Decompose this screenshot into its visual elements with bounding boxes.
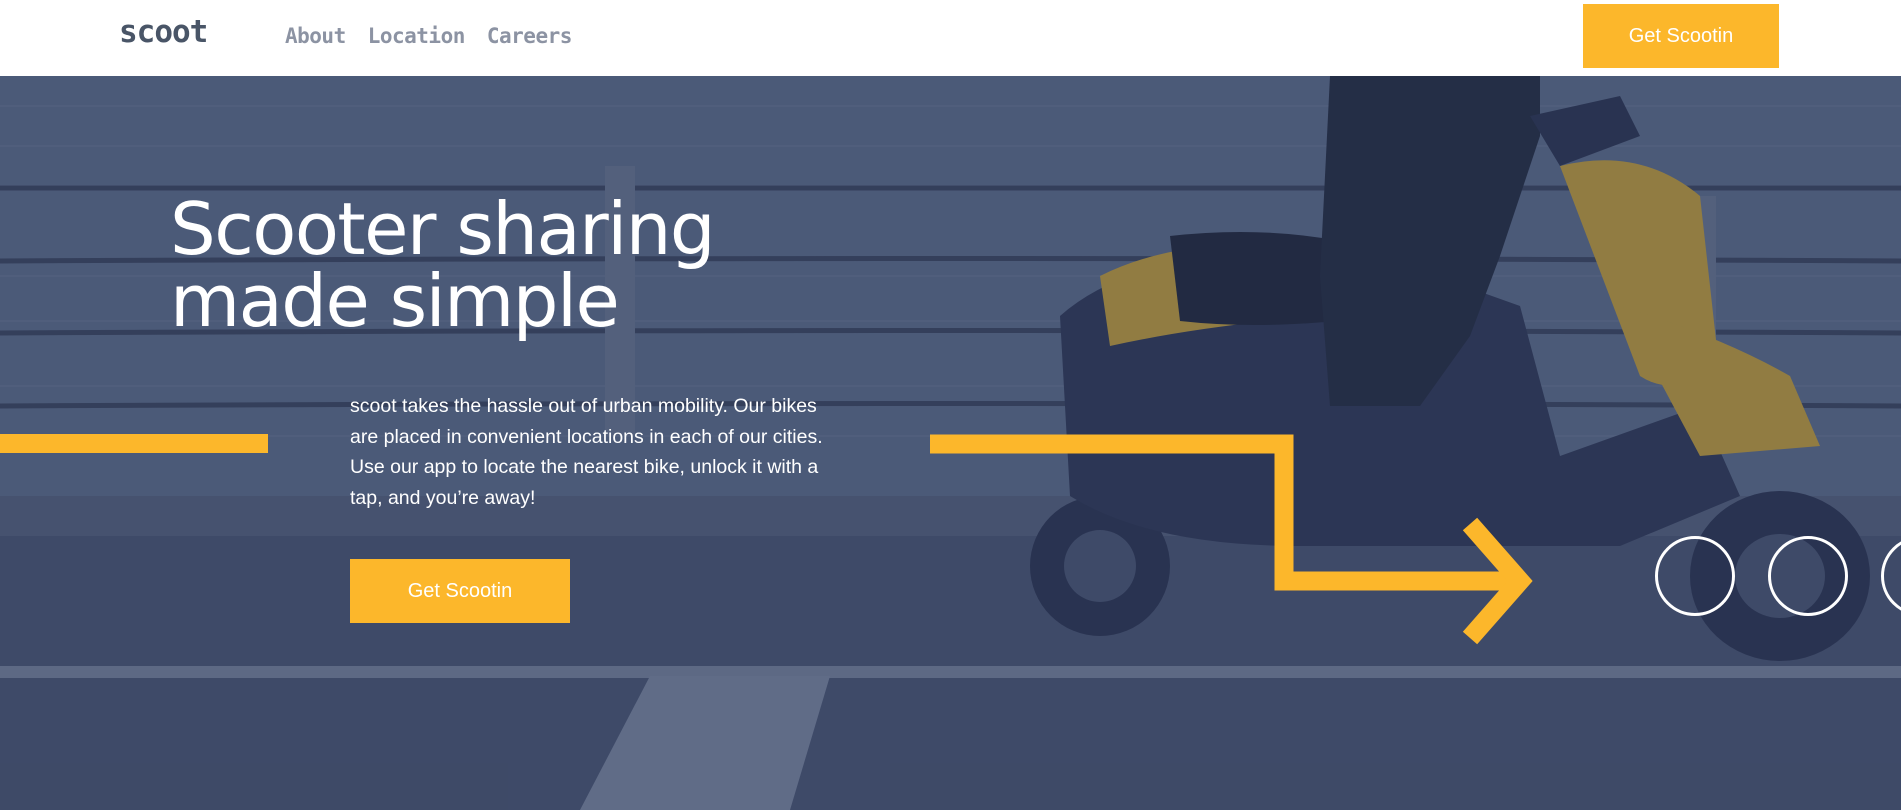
hero-title-line-2: made simple: [170, 259, 620, 343]
left-accent-line: [0, 434, 268, 453]
nav-item-about[interactable]: About: [285, 24, 346, 48]
main-nav: About Location Careers: [285, 24, 594, 48]
hero: Scooter sharing made simple scoot takes …: [0, 76, 1901, 810]
nav-item-location[interactable]: Location: [368, 24, 466, 48]
nav-item-careers[interactable]: Careers: [487, 24, 573, 48]
header-get-scootin-button[interactable]: Get Scootin: [1583, 4, 1779, 68]
circle-icon: [1655, 536, 1735, 616]
circle-icon: [1768, 536, 1848, 616]
logo[interactable]: scoot: [119, 14, 208, 50]
hero-get-scootin-button[interactable]: Get Scootin: [350, 559, 570, 623]
accent-path: [930, 434, 1515, 591]
hero-description: scoot takes the hassle out of urban mobi…: [350, 395, 823, 509]
page: scoot About Location Careers Get Scootin: [0, 0, 1901, 810]
hero-title: Scooter sharing made simple: [170, 193, 790, 337]
header: scoot About Location Careers Get Scootin: [0, 0, 1901, 76]
